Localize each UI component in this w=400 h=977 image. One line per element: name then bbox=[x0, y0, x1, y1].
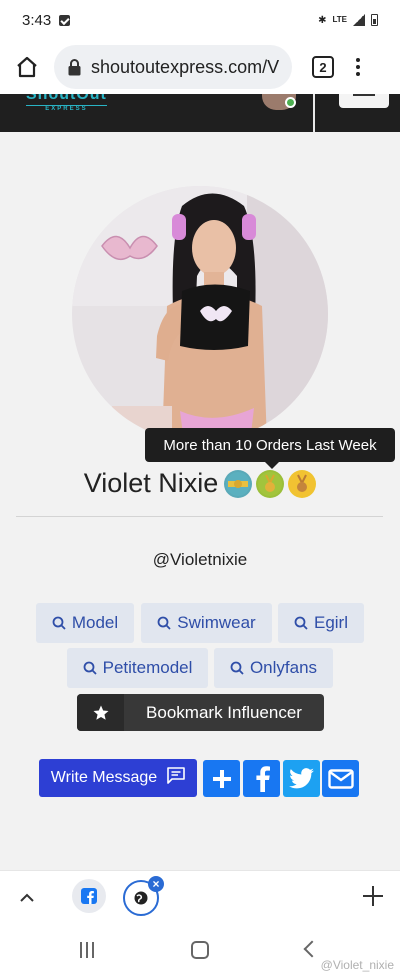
tag-model[interactable]: Model bbox=[36, 603, 134, 643]
profile-name: Violet Nixie bbox=[83, 468, 219, 498]
facebook-icon bbox=[81, 888, 97, 904]
recent-apps-button[interactable] bbox=[80, 942, 94, 958]
share-facebook-button[interactable] bbox=[243, 760, 280, 797]
status-time: 3:43 bbox=[22, 11, 52, 29]
status-bar: 3:43 ✱ LTE bbox=[0, 0, 400, 40]
online-status-dot bbox=[285, 97, 296, 108]
hamburger-menu-button[interactable] bbox=[339, 94, 389, 108]
more-vert-icon bbox=[356, 58, 360, 62]
site-logo[interactable]: ShoutOut EXPRESS bbox=[26, 94, 107, 112]
tag-label: Egirl bbox=[313, 613, 348, 632]
gold-medal-icon[interactable] bbox=[256, 469, 285, 498]
plus-icon bbox=[212, 769, 231, 788]
back-nav-button[interactable] bbox=[303, 940, 321, 958]
address-bar[interactable]: shoutoutexpress.com/V bbox=[54, 45, 292, 89]
verified-badge-icon[interactable] bbox=[224, 469, 253, 498]
browser-menu-button[interactable] bbox=[356, 58, 360, 76]
new-tab-button[interactable] bbox=[362, 885, 384, 907]
search-icon bbox=[52, 616, 66, 630]
bronze-medal-icon[interactable] bbox=[288, 469, 317, 498]
browser-bottom-toolbar: × bbox=[0, 870, 400, 924]
network-type: LTE bbox=[332, 15, 347, 24]
bookmark-influencer-button[interactable]: Bookmark Influencer bbox=[77, 694, 324, 731]
star-icon bbox=[77, 694, 124, 731]
home-button[interactable] bbox=[0, 40, 54, 94]
tag-onlyfans[interactable]: Onlyfans bbox=[214, 648, 333, 688]
tab-switcher-button[interactable]: 2 bbox=[312, 56, 334, 78]
site-header: ShoutOut EXPRESS bbox=[0, 94, 400, 132]
tag-swimwear[interactable]: Swimwear bbox=[141, 603, 272, 643]
twitter-icon bbox=[288, 767, 314, 788]
bluetooth-icon: ✱ bbox=[318, 14, 327, 26]
tag-label: Petitemodel bbox=[102, 658, 193, 677]
profile-handle: @Violetnixie bbox=[152, 550, 248, 569]
message-icon bbox=[167, 767, 186, 789]
url-text: shoutoutexpress.com/V bbox=[91, 56, 280, 77]
bookmark-label: Bookmark Influencer bbox=[146, 702, 302, 722]
write-message-label: Write Message bbox=[50, 769, 158, 786]
search-icon bbox=[294, 616, 308, 630]
profile-photo bbox=[72, 186, 328, 442]
share-twitter-button[interactable] bbox=[283, 760, 320, 797]
chevron-up-icon bbox=[20, 893, 34, 902]
tag-egirl[interactable]: Egirl bbox=[278, 603, 364, 643]
notification-icon bbox=[59, 14, 71, 26]
expand-toolbar-button[interactable] bbox=[0, 871, 54, 925]
facebook-icon bbox=[255, 765, 270, 792]
search-icon bbox=[230, 661, 244, 675]
browser-toolbar: shoutoutexpress.com/V 2 bbox=[0, 40, 400, 94]
home-nav-button[interactable] bbox=[191, 941, 209, 959]
tag-petitemodel[interactable]: Petitemodel bbox=[67, 648, 208, 688]
tag-label: Onlyfans bbox=[249, 658, 318, 677]
profile-name-row: Violet Nixie bbox=[0, 468, 400, 499]
battery-icon bbox=[371, 14, 378, 26]
write-message-button[interactable]: Write Message bbox=[39, 759, 197, 797]
search-icon bbox=[157, 616, 171, 630]
status-icons: ✱ LTE bbox=[318, 14, 378, 26]
search-icon bbox=[83, 661, 97, 675]
tag-label: Swimwear bbox=[177, 613, 256, 632]
orders-tooltip: More than 10 Orders Last Week bbox=[145, 428, 395, 469]
lock-icon bbox=[68, 58, 81, 76]
watermark: @Violet_nixie bbox=[320, 958, 394, 972]
email-icon bbox=[327, 768, 354, 789]
globe-icon bbox=[134, 891, 148, 905]
header-divider bbox=[313, 94, 315, 132]
share-email-button[interactable] bbox=[322, 760, 359, 797]
home-icon bbox=[17, 56, 37, 78]
facebook-tab-button[interactable] bbox=[72, 879, 106, 913]
close-tab-icon[interactable]: × bbox=[148, 876, 164, 892]
profile-divider bbox=[16, 516, 383, 517]
share-more-button[interactable] bbox=[203, 760, 240, 797]
profile-card: More than 10 Orders Last Week Violet Nix… bbox=[0, 132, 400, 844]
signal-icon bbox=[353, 14, 365, 26]
tag-label: Model bbox=[71, 613, 119, 632]
